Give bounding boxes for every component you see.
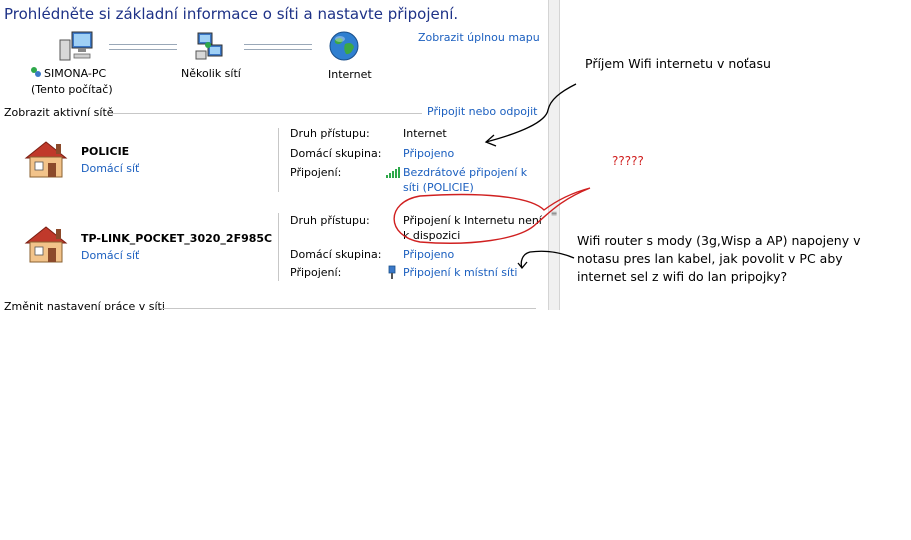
arrow-to-router xyxy=(520,250,575,269)
hand-drawn-annotations xyxy=(393,83,591,270)
red-circle xyxy=(393,187,591,244)
arrow-to-internet xyxy=(485,83,577,143)
arrow-head-router xyxy=(517,261,528,270)
